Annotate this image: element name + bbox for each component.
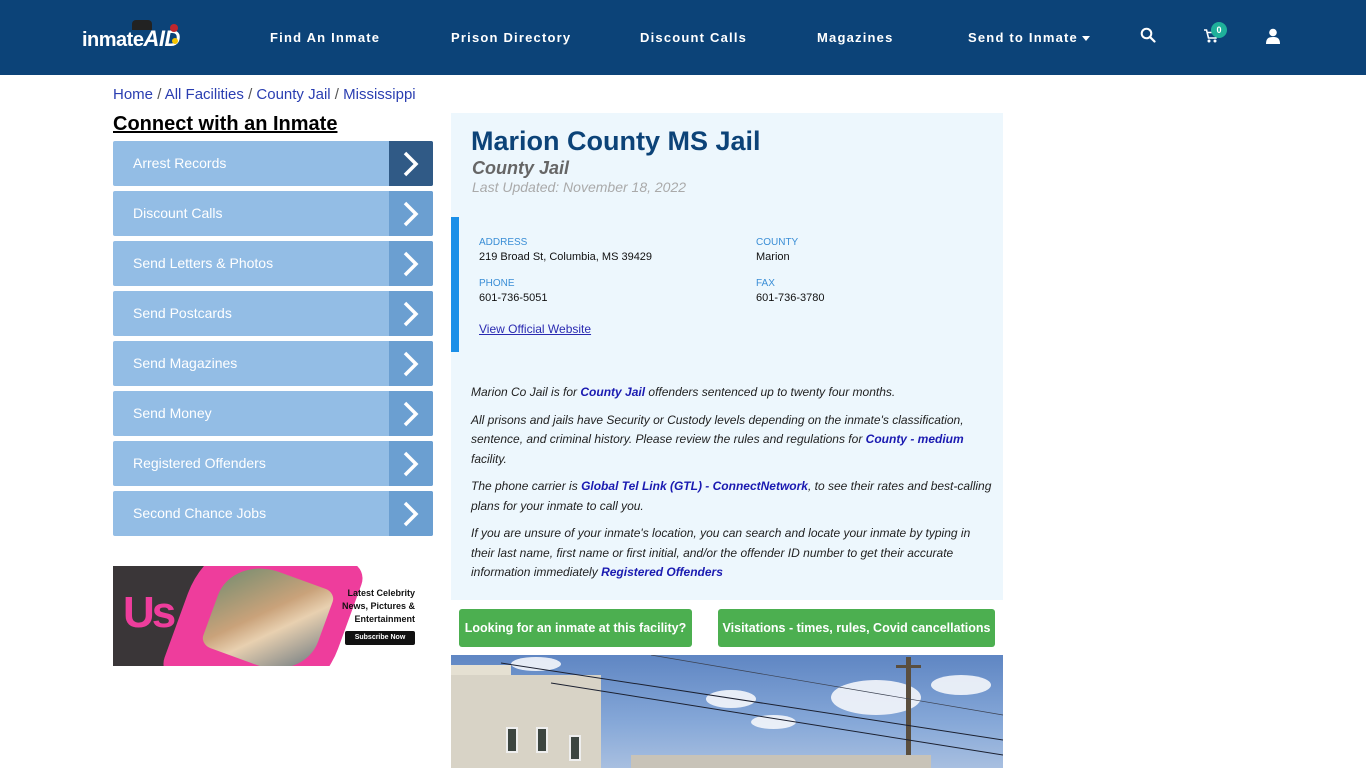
sidebar-item-label: Send Letters & Photos xyxy=(133,255,274,271)
chevron-right-icon xyxy=(389,441,433,486)
nav-discount-calls[interactable]: Discount Calls xyxy=(640,30,747,45)
registered-offenders-link[interactable]: Registered Offenders xyxy=(601,565,723,579)
chevron-right-icon xyxy=(389,341,433,386)
breadcrumb-county-jail[interactable]: County Jail xyxy=(256,86,330,103)
description-text: The phone carrier is xyxy=(471,479,582,493)
facility-info-panel: Marion County MS Jail County Jail Last U… xyxy=(451,113,1003,600)
facility-name: Marion County MS Jail xyxy=(471,126,761,156)
nav-send-to-inmate[interactable]: Send to Inmate xyxy=(968,30,1090,45)
phone-value: 601-736-5051 xyxy=(479,292,548,304)
breadcrumb-home[interactable]: Home xyxy=(113,86,153,103)
pilgrim-hat-icon xyxy=(132,20,152,30)
sidebar-item-registered-offenders[interactable]: Registered Offenders xyxy=(113,441,433,486)
address-label: ADDRESS xyxy=(479,237,528,248)
description-paragraph: The phone carrier is Global Tel Link (GT… xyxy=(471,477,996,516)
caret-down-icon xyxy=(1081,36,1090,42)
county-jail-link[interactable]: County Jail xyxy=(580,385,645,399)
chevron-right-icon xyxy=(389,241,433,286)
fax-label: FAX xyxy=(756,278,775,289)
nav-magazines[interactable]: Magazines xyxy=(817,30,894,45)
breadcrumb-all-facilities[interactable]: All Facilities xyxy=(165,86,244,103)
sidebar-item-second-chance-jobs[interactable]: Second Chance Jobs xyxy=(113,491,433,536)
phone-label: PHONE xyxy=(479,278,515,289)
nav-prison-directory[interactable]: Prison Directory xyxy=(451,30,571,45)
chevron-right-icon xyxy=(389,141,433,186)
info-accent-bar xyxy=(451,217,459,352)
logo-text: inmate xyxy=(82,29,144,51)
sidebar-item-send-magazines[interactable]: Send Magazines xyxy=(113,341,433,386)
ad-tagline-line: News, Pictures & xyxy=(341,601,415,611)
fax-value: 601-736-3780 xyxy=(756,292,825,304)
nav-find-an-inmate[interactable]: Find An Inmate xyxy=(270,30,380,45)
breadcrumb-separator: / xyxy=(334,86,339,103)
sidebar-item-send-postcards[interactable]: Send Postcards xyxy=(113,291,433,336)
sidebar-item-label: Discount Calls xyxy=(133,205,223,221)
sidebar-item-label: Send Postcards xyxy=(133,305,232,321)
breadcrumb-separator: / xyxy=(248,86,253,103)
sidebar-item-discount-calls[interactable]: Discount Calls xyxy=(113,191,433,236)
view-official-website-link[interactable]: View Official Website xyxy=(479,322,591,336)
ad-subscribe-button[interactable]: Subscribe Now xyxy=(345,631,415,645)
top-navbar: inmateAID Find An Inmate Prison Director… xyxy=(0,0,1366,75)
facility-type: County Jail xyxy=(472,158,570,178)
county-value: Marion xyxy=(756,251,790,263)
sidebar-item-arrest-records[interactable]: Arrest Records xyxy=(113,141,433,186)
photo-low-building xyxy=(631,755,931,768)
sidebar-item-label: Arrest Records xyxy=(133,155,227,171)
cart-count-badge: 0 xyxy=(1211,22,1227,38)
description-paragraph: All prisons and jails have Security or C… xyxy=(471,411,996,470)
description-text: offenders sentenced up to twenty four mo… xyxy=(645,385,896,399)
user-icon[interactable] xyxy=(1266,28,1286,48)
facility-photo xyxy=(451,655,1003,768)
county-medium-link[interactable]: County - medium xyxy=(866,432,964,446)
sidebar-item-label: Send Money xyxy=(133,405,212,421)
sidebar-item-label: Second Chance Jobs xyxy=(133,505,267,521)
ad-tagline-line: Entertainment xyxy=(354,614,415,624)
inmateaid-logo[interactable]: inmateAID xyxy=(82,20,180,52)
sidebar-item-send-money[interactable]: Send Money xyxy=(113,391,433,436)
visitations-button[interactable]: Visitations - times, rules, Covid cancel… xyxy=(718,609,995,647)
find-inmate-at-facility-button[interactable]: Looking for an inmate at this facility? xyxy=(459,609,692,647)
leaf-icon xyxy=(172,38,178,44)
us-weekly-ad-banner[interactable]: Us Latest Celebrity News, Pictures & Ent… xyxy=(113,566,433,666)
sidebar-item-label: Send Magazines xyxy=(133,355,238,371)
sidebar-title: Connect with an Inmate xyxy=(113,113,338,135)
chevron-right-icon xyxy=(389,391,433,436)
leaf-icon xyxy=(170,24,178,32)
description-text: Marion Co Jail is for xyxy=(471,385,581,399)
facility-description: Marion Co Jail is for County Jail offend… xyxy=(471,383,996,591)
ad-brand-logo: Us xyxy=(123,588,176,637)
breadcrumb-separator: / xyxy=(157,86,162,103)
search-icon[interactable] xyxy=(1140,27,1160,47)
ad-tagline: Latest Celebrity News, Pictures & Entert… xyxy=(342,587,415,626)
photo-power-lines xyxy=(500,655,1003,756)
description-text: facility. xyxy=(471,451,507,466)
description-paragraph: If you are unsure of your inmate's locat… xyxy=(471,524,996,583)
chevron-right-icon xyxy=(389,291,433,336)
last-updated: Last Updated: November 18, 2022 xyxy=(472,179,687,195)
chevron-right-icon xyxy=(389,191,433,236)
sidebar-item-send-letters-photos[interactable]: Send Letters & Photos xyxy=(113,241,433,286)
chevron-right-icon xyxy=(389,491,433,536)
description-paragraph: Marion Co Jail is for County Jail offend… xyxy=(471,383,996,403)
address-value: 219 Broad St, Columbia, MS 39429 xyxy=(479,251,653,263)
county-label: COUNTY xyxy=(756,237,799,248)
sidebar-item-label: Registered Offenders xyxy=(133,455,266,471)
breadcrumb: Home / All Facilities / County Jail / Mi… xyxy=(113,86,416,103)
breadcrumb-mississippi[interactable]: Mississippi xyxy=(343,86,416,103)
gtl-connectnetwork-link[interactable]: Global Tel Link (GTL) - ConnectNetwork xyxy=(581,479,808,493)
ad-tagline-line: Latest Celebrity xyxy=(347,588,415,598)
nav-send-to-inmate-label: Send to Inmate xyxy=(968,30,1078,45)
